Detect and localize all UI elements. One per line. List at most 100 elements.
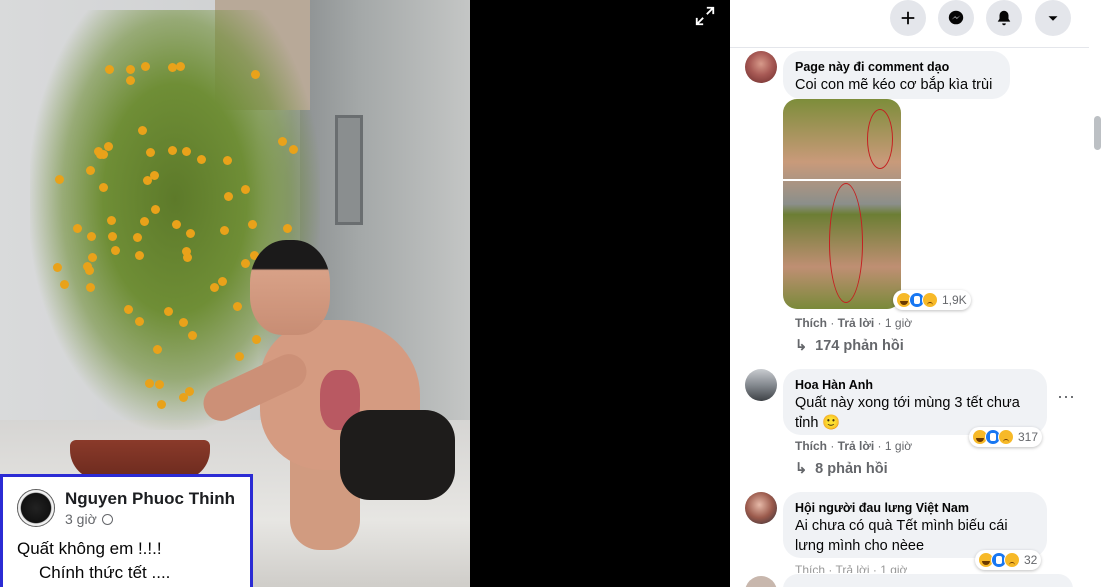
like-link[interactable]: Thích (795, 316, 827, 330)
kumquat-fruit (150, 205, 160, 215)
post-time[interactable]: 3 giờ (65, 511, 97, 527)
kumquat-fruit (85, 265, 95, 275)
reaction-summary[interactable]: 317 (969, 427, 1043, 447)
kumquat-fruit (137, 126, 147, 136)
post-header: Nguyen Phuoc Thinh 3 giờ (17, 489, 238, 527)
plus-icon (901, 11, 915, 25)
kumquat-fruit (107, 231, 117, 241)
comment-actions: Thích · Trả lời · 1 giờ (795, 439, 913, 453)
post-text-line1: Quất không em !.!.! (17, 539, 162, 558)
facebook-photo-viewer: Nguyen Phuoc Thinh 3 giờ Quất không em !… (0, 0, 1105, 587)
expand-icon (695, 6, 715, 26)
sad-reaction-icon (1004, 552, 1020, 568)
red-circle-mark (867, 109, 893, 169)
kumquat-fruit (184, 386, 194, 396)
reply-arrow-icon: ↳ (795, 461, 808, 477)
kumquat-fruit (140, 216, 150, 226)
kumquat-fruit (156, 399, 166, 409)
messenger-button[interactable] (938, 0, 974, 36)
kumquat-fruit (197, 154, 207, 164)
bell-icon (997, 10, 1011, 26)
kumquat-fruit (134, 250, 144, 260)
post-meta: 3 giờ (65, 511, 235, 527)
commenter-avatar[interactable] (745, 51, 777, 83)
kumquat-fruit (167, 146, 177, 156)
comment-bubble: Hoa Hàn Anh Quất này xong tới mùng 3 tết… (783, 369, 1047, 435)
create-button[interactable] (890, 0, 926, 36)
kumquat-fruit (72, 223, 82, 233)
expand-button[interactable] (692, 5, 718, 27)
kumquat-fruit (171, 219, 181, 229)
kumquat-fruit (94, 147, 104, 156)
photo-door (335, 115, 363, 225)
commenter-avatar[interactable] (745, 369, 777, 401)
reply-link[interactable]: Trả lời (838, 439, 875, 453)
comment-time[interactable]: 1 giờ (885, 316, 912, 330)
more-options-icon[interactable]: ⋯ (1056, 388, 1076, 410)
post-card: Nguyen Phuoc Thinh 3 giờ Quất không em !… (0, 474, 253, 587)
sad-reaction-icon (922, 292, 938, 308)
red-circle-mark (829, 183, 863, 303)
comment-author[interactable]: Hoa Hàn Anh (795, 377, 1035, 393)
sad-reaction-icon (998, 429, 1014, 445)
replies-count: 174 phản hồi (815, 338, 904, 354)
account-button[interactable] (1035, 0, 1071, 36)
kumquat-fruit (110, 245, 120, 255)
comment-actions-partial[interactable]: Thích · Trả lời · 1 giờ (795, 563, 907, 573)
photo-viewer-area: Nguyen Phuoc Thinh 3 giờ Quất không em !… (0, 0, 730, 587)
post-author-block: Nguyen Phuoc Thinh 3 giờ (65, 489, 235, 527)
reaction-count: 32 (1024, 553, 1038, 567)
comment-attached-image[interactable] (783, 99, 901, 309)
comment-text-line1: Quất này xong tới mùng 3 tết chưa (795, 395, 1020, 411)
reaction-summary[interactable]: 32 (975, 550, 1042, 570)
kumquat-fruit (145, 148, 155, 158)
kumquat-fruit (135, 316, 145, 326)
image-divider (783, 179, 901, 181)
kumquat-fruit (278, 136, 288, 146)
reaction-summary[interactable]: 1,9K (893, 290, 971, 310)
comment-bubble: Page này đi comment dạo Coi con mẽ kéo c… (783, 51, 1010, 99)
view-replies-link[interactable]: ↳ 174 phản hồi (795, 338, 904, 354)
kumquat-fruit (85, 165, 95, 175)
notifications-button[interactable] (986, 0, 1022, 36)
reply-arrow-icon: ↳ (795, 338, 808, 354)
kumquat-fruit (106, 215, 116, 225)
globe-icon (101, 513, 113, 525)
comment-actions: Thích · Trả lời · 1 giờ (795, 316, 913, 330)
man-shorts (340, 410, 455, 500)
reaction-count: 1,9K (942, 293, 967, 307)
man-head (250, 240, 330, 335)
kumquat-fruit (87, 231, 97, 241)
author-avatar[interactable] (17, 489, 55, 527)
messenger-icon (948, 10, 964, 25)
kumquat-fruit (250, 69, 260, 79)
like-link[interactable]: Thích (795, 439, 827, 453)
kumquat-fruit (54, 174, 64, 184)
kumquat-fruit (223, 155, 233, 165)
kumquat-fruit (247, 220, 257, 229)
kumquat-fruit (59, 280, 69, 290)
comment-text-line1: Ai chưa có quà Tết mình biếu cái (795, 518, 1008, 534)
comment-time[interactable]: 1 giờ (885, 439, 912, 453)
kumquat-fruit (178, 317, 188, 327)
kumquat-fruit (98, 183, 108, 193)
post-text: Quất không em !.!.! Chính thức tết .... (17, 537, 238, 585)
reply-link[interactable]: Trả lời (838, 316, 875, 330)
kumquat-fruit (187, 331, 197, 341)
post-author[interactable]: Nguyen Phuoc Thinh (65, 489, 235, 509)
comment-bubble: Hội người đau lưng Việt Nam Ai chưa có q… (783, 492, 1047, 558)
reaction-count: 317 (1018, 430, 1039, 444)
scrollbar-thumb[interactable] (1094, 116, 1101, 150)
post-text-line2: Chính thức tết .... (39, 563, 171, 582)
commenter-avatar[interactable] (745, 492, 777, 524)
replies-count: 8 phản hồi (815, 461, 888, 477)
kumquat-fruit (175, 61, 185, 71)
top-bar (730, 0, 1089, 48)
kumquat-fruit (142, 175, 152, 185)
comment-bubble-partial (783, 574, 1073, 587)
comment-author[interactable]: Page này đi comment dạo (795, 59, 998, 75)
view-replies-link[interactable]: ↳ 8 phản hồi (795, 461, 888, 477)
comments-scrollbar[interactable] (1089, 48, 1105, 587)
comment-author[interactable]: Hội người đau lưng Việt Nam (795, 500, 1035, 516)
kumquat-fruit (186, 228, 196, 238)
